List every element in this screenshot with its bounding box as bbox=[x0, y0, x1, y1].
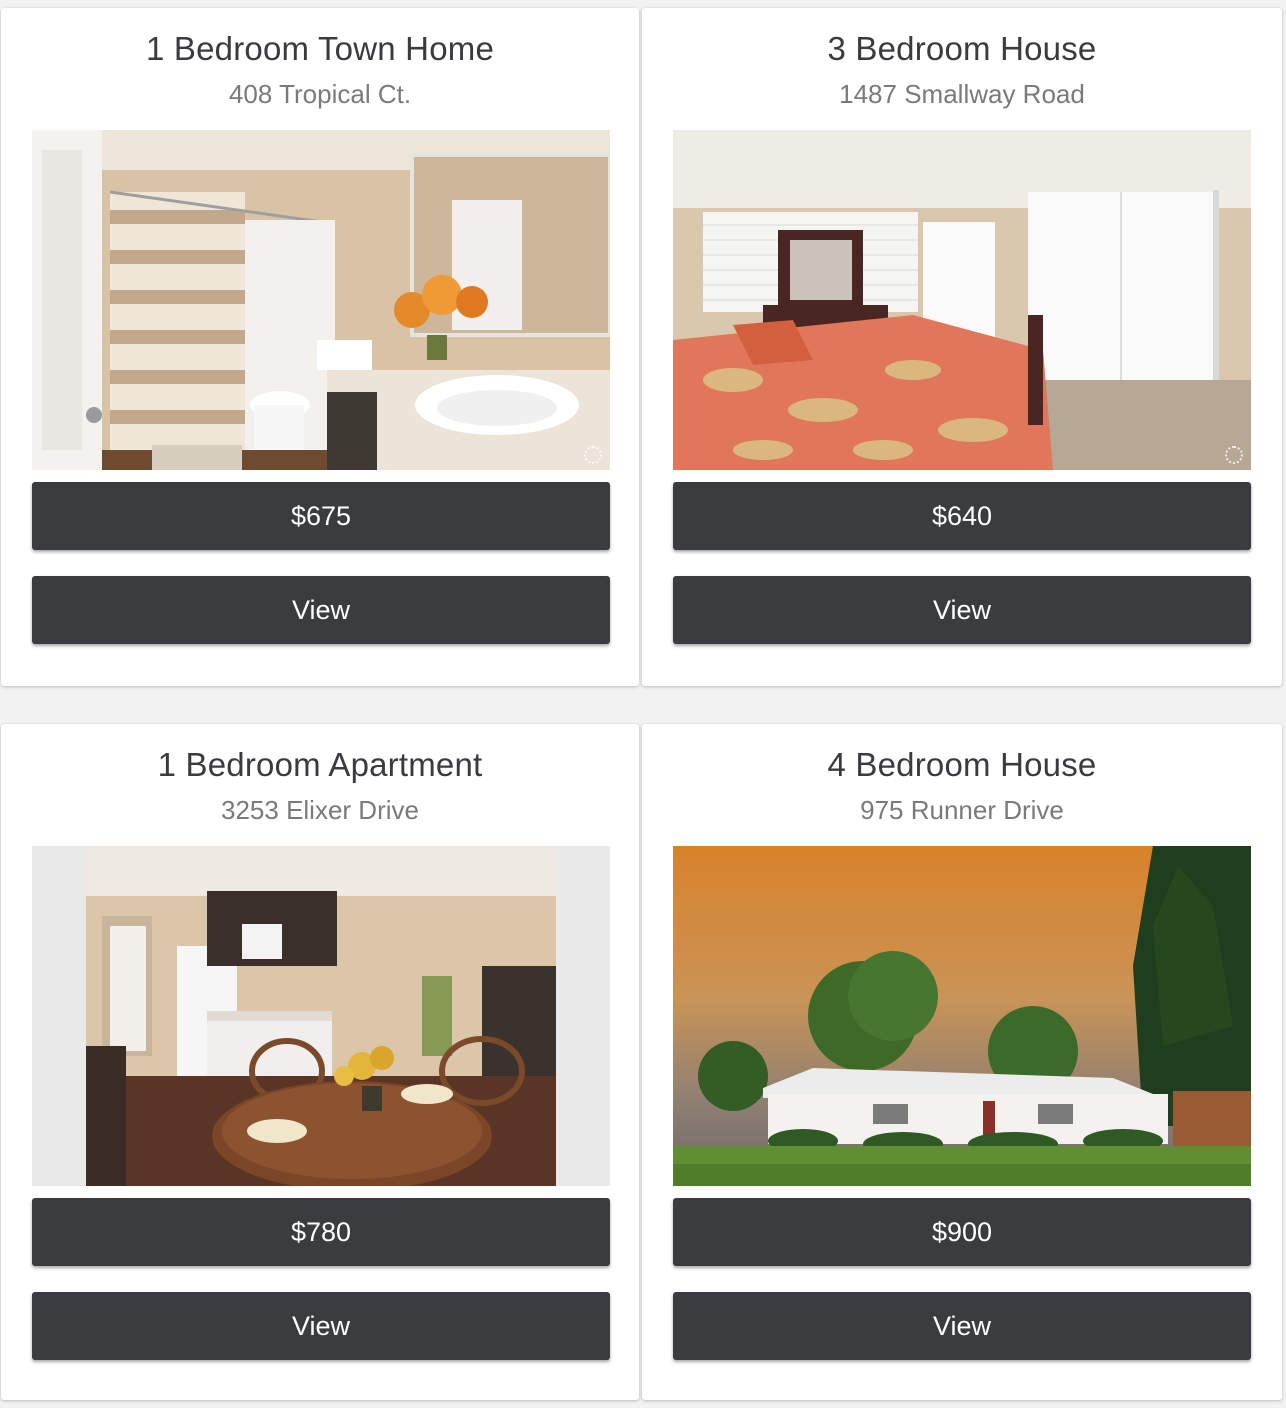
listing-card-3: 1 Bedroom Apartment 3253 Elixer Drive $7… bbox=[1, 724, 639, 1400]
listing-address: 975 Runner Drive bbox=[860, 795, 1064, 825]
bedroom-photo[interactable] bbox=[673, 130, 1251, 470]
bathroom-photo[interactable] bbox=[32, 130, 610, 470]
watermark-icon bbox=[1225, 446, 1243, 464]
listing-address: 3253 Elixer Drive bbox=[221, 795, 419, 825]
price-button[interactable]: $675 bbox=[32, 482, 610, 550]
watermark-icon bbox=[584, 446, 602, 464]
view-button[interactable]: View bbox=[32, 1292, 610, 1360]
view-button[interactable]: View bbox=[32, 576, 610, 644]
listing-card-1: 1 Bedroom Town Home 408 Tropical Ct. $67… bbox=[1, 8, 639, 686]
listing-title: 1 Bedroom Apartment bbox=[157, 746, 483, 783]
listing-address: 1487 Smallway Road bbox=[839, 79, 1085, 109]
price-button[interactable]: $780 bbox=[32, 1198, 610, 1266]
listing-card-4: 4 Bedroom House 975 Runner Drive $900 Vi… bbox=[642, 724, 1282, 1400]
view-button[interactable]: View bbox=[673, 576, 1251, 644]
view-button[interactable]: View bbox=[673, 1292, 1251, 1360]
listing-title: 4 Bedroom House bbox=[827, 746, 1097, 783]
listing-card-2: 3 Bedroom House 1487 Smallway Road $640 … bbox=[642, 8, 1282, 686]
listing-title: 3 Bedroom House bbox=[827, 30, 1097, 67]
listing-address: 408 Tropical Ct. bbox=[228, 79, 412, 109]
listing-title: 1 Bedroom Town Home bbox=[145, 30, 495, 67]
kitchen-dining-photo[interactable] bbox=[32, 846, 610, 1186]
house-exterior-photo[interactable] bbox=[673, 846, 1251, 1186]
price-button[interactable]: $640 bbox=[673, 482, 1251, 550]
price-button[interactable]: $900 bbox=[673, 1198, 1251, 1266]
